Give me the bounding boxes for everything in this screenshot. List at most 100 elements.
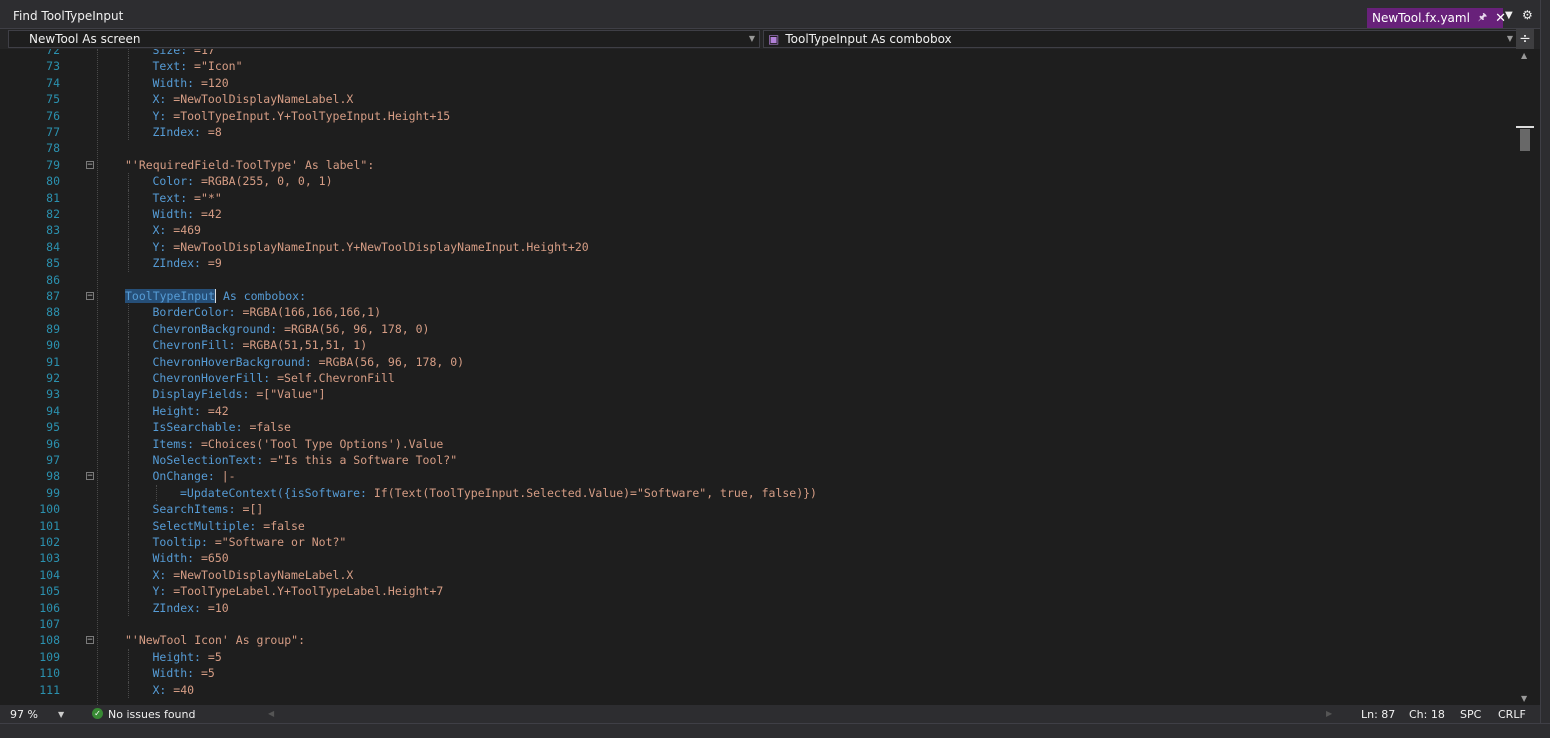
code-token: =NewToolDisplayNameLabel.X bbox=[173, 92, 354, 107]
code-token: =Self.ChevronFill bbox=[277, 371, 395, 385]
indent-guide bbox=[128, 189, 129, 206]
code-line[interactable]: 74 Width: =120 bbox=[0, 74, 1510, 92]
code-token: =RGBA(166,166,166,1) bbox=[242, 305, 381, 320]
line-indicator[interactable]: Ln: 87 bbox=[1361, 708, 1395, 721]
line-number: 81 bbox=[46, 190, 60, 205]
line-number: 73 bbox=[46, 59, 60, 74]
code-token: =Choices('Tool Type Options').Value bbox=[200, 436, 444, 451]
code-line[interactable]: 111 X: =40 bbox=[0, 681, 1510, 698]
code-token: =ToolTypeInput.Y+ToolTypeInput.Height+15 bbox=[173, 108, 451, 123]
zoom-level[interactable]: 97 % bbox=[10, 708, 38, 721]
line-number: 86 bbox=[46, 272, 60, 287]
code-token: Tooltip: bbox=[152, 535, 215, 549]
scroll-down-icon[interactable]: ▼ bbox=[1521, 694, 1527, 703]
scroll-right-icon[interactable]: ▶ bbox=[1326, 709, 1332, 718]
code-line[interactable]: 92 ChevronHoverFill: =Self.ChevronFill bbox=[0, 370, 1510, 387]
code-line[interactable]: 93 DisplayFields: =["Value"] bbox=[0, 386, 1510, 403]
indent-guide bbox=[128, 665, 129, 682]
code-line[interactable]: 96 Items: =Choices('Tool Type Options').V… bbox=[0, 435, 1510, 452]
zoom-dropdown-icon[interactable]: ▼ bbox=[58, 710, 64, 719]
code-line[interactable]: 98 − OnChange: |- bbox=[0, 468, 1510, 485]
code-token: ChevronFill: bbox=[152, 338, 243, 353]
code-line[interactable]: 77 ZIndex: =8 bbox=[0, 124, 1510, 141]
caret-position-marker bbox=[1516, 126, 1534, 128]
code-line[interactable]: 108 − "'NewTool Icon' As group": bbox=[0, 632, 1510, 648]
code-token: =ToolTypeLabel.Y+ToolTypeLabel.Height+7 bbox=[173, 584, 444, 599]
scroll-up-icon[interactable]: ▲ bbox=[1521, 51, 1527, 60]
line-ending-indicator[interactable]: CRLF bbox=[1498, 708, 1526, 721]
document-tab[interactable]: NewTool.fx.yaml 🖈︎ ✕ bbox=[1367, 8, 1506, 28]
code-line[interactable]: 110 Width: =5 bbox=[0, 665, 1510, 682]
code-line[interactable]: 94 Height: =42 bbox=[0, 402, 1510, 420]
code-line[interactable]: 78 bbox=[0, 140, 1510, 156]
code-line[interactable]: 106 ZIndex: =10 bbox=[0, 599, 1510, 616]
code-editor[interactable]: 72 Size: =17 73 Text: ="Icon" 74 Width: =120 7… bbox=[0, 49, 1518, 705]
collapse-icon[interactable]: − bbox=[86, 636, 94, 645]
code-line[interactable]: 83 X: =469 bbox=[0, 222, 1510, 239]
collapse-icon[interactable]: − bbox=[86, 472, 94, 481]
code-text: ChevronHoverFill: =Self.ChevronFill bbox=[153, 370, 395, 386]
code-line[interactable]: 80 Color: =RGBA(255, 0, 0, 1) bbox=[0, 173, 1510, 190]
code-line[interactable]: 102 Tooltip: ="Software or Not?" bbox=[0, 534, 1510, 551]
code-token: X: bbox=[152, 682, 174, 697]
code-line[interactable]: 97 NoSelectionText: ="Is this a Software … bbox=[0, 452, 1510, 469]
code-line[interactable]: 100 SearchItems: =[] bbox=[0, 501, 1510, 518]
code-line[interactable]: 99 =UpdateContext({isSoftware: If(Text(To… bbox=[0, 484, 1510, 502]
scrollbar-thumb[interactable] bbox=[1520, 129, 1530, 151]
collapse-icon[interactable]: − bbox=[86, 292, 94, 301]
code-token: =NewToolDisplayNameLabel.X bbox=[173, 567, 354, 582]
gear-icon[interactable]: ⚙ bbox=[1522, 8, 1533, 22]
issues-status[interactable]: No issues found bbox=[108, 708, 195, 721]
code-line[interactable]: 89 ChevronBackground: =RGBA(56, 96, 178, … bbox=[0, 320, 1510, 338]
code-text: "'RequiredField-ToolType' As label": bbox=[125, 157, 374, 173]
code-line[interactable]: 101 SelectMultiple: =false bbox=[0, 517, 1510, 534]
code-token: Size: bbox=[152, 49, 195, 57]
tab-list-dropdown-icon[interactable]: ▼ bbox=[1505, 10, 1513, 21]
code-line[interactable]: 86 bbox=[0, 272, 1510, 288]
code-line[interactable]: 88 BorderColor: =RGBA(166,166,166,1) bbox=[0, 304, 1510, 321]
code-line[interactable]: 82 Width: =42 bbox=[0, 206, 1510, 223]
line-number: 84 bbox=[46, 239, 60, 254]
code-token: =RGBA(56, 96, 178, 0) bbox=[284, 321, 430, 336]
code-token: =42 bbox=[207, 403, 229, 418]
code-line[interactable]: 72 Size: =17 bbox=[0, 49, 1510, 59]
code-line[interactable]: 95 IsSearchable: =false bbox=[0, 419, 1510, 436]
code-token: ="Icon" bbox=[194, 59, 243, 74]
code-line[interactable]: 107 bbox=[0, 616, 1510, 632]
code-line[interactable]: 73 Text: ="Icon" bbox=[0, 58, 1510, 75]
pin-icon[interactable]: 🖈︎ bbox=[1478, 10, 1487, 27]
code-text: Height: =5 bbox=[153, 649, 222, 665]
whitespace-indicator[interactable]: SPC bbox=[1460, 708, 1481, 721]
collapse-icon[interactable]: − bbox=[86, 160, 94, 169]
code-line[interactable]: 104 X: =NewToolDisplayNameLabel.X bbox=[0, 566, 1510, 584]
code-line[interactable]: 84 Y: =NewToolDisplayNameInput.Y+NewToolD… bbox=[0, 238, 1510, 256]
code-line[interactable]: 81 Text: ="*" bbox=[0, 189, 1510, 206]
code-token: =[] bbox=[242, 502, 264, 517]
code-token: ZIndex: bbox=[152, 125, 208, 139]
scope-combobox[interactable]: NewTool As screen ▼ bbox=[8, 30, 760, 48]
scope-combobox-value: NewTool As screen bbox=[29, 32, 141, 46]
code-line[interactable]: 85 ZIndex: =9 bbox=[0, 255, 1510, 272]
code-line[interactable]: 87 − ToolTypeInput As combobox: bbox=[0, 288, 1510, 304]
vertical-scrollbar[interactable]: ▲ ▼ bbox=[1516, 49, 1534, 705]
code-line[interactable]: 90 ChevronFill: =RGBA(51,51,51, 1) bbox=[0, 337, 1510, 354]
chevron-down-icon[interactable]: ▼ bbox=[749, 34, 755, 43]
member-combobox[interactable]: ▣ ToolTypeInput As combobox ▼ bbox=[763, 30, 1518, 48]
indent-guide bbox=[128, 484, 129, 502]
line-number: 75 bbox=[46, 92, 60, 107]
scroll-left-icon[interactable]: ◀ bbox=[268, 709, 274, 718]
code-line[interactable]: 75 X: =NewToolDisplayNameLabel.X bbox=[0, 91, 1510, 108]
chevron-down-icon[interactable]: ▼ bbox=[1507, 34, 1513, 43]
code-token: ="*" bbox=[194, 190, 222, 205]
code-line[interactable]: 91 ChevronHoverBackground: =RGBA(56, 96, … bbox=[0, 353, 1510, 370]
code-line[interactable]: 109 Height: =5 bbox=[0, 648, 1510, 666]
split-window-button[interactable]: ÷ bbox=[1516, 29, 1534, 49]
code-line[interactable]: 103 Width: =650 bbox=[0, 550, 1510, 567]
column-indicator[interactable]: Ch: 18 bbox=[1409, 708, 1445, 721]
indent-guide bbox=[128, 58, 129, 75]
code-line[interactable]: 76 Y: =ToolTypeInput.Y+ToolTypeInput.Heig… bbox=[0, 107, 1510, 124]
code-line[interactable]: 79 − "'RequiredField-ToolType' As label": bbox=[0, 157, 1510, 173]
code-token: Width: bbox=[152, 207, 201, 221]
code-line[interactable]: 105 Y: =ToolTypeLabel.Y+ToolTypeLabel.Hei… bbox=[0, 583, 1510, 600]
code-text: =UpdateContext({isSoftware: If(Text(Tool… bbox=[180, 485, 817, 501]
